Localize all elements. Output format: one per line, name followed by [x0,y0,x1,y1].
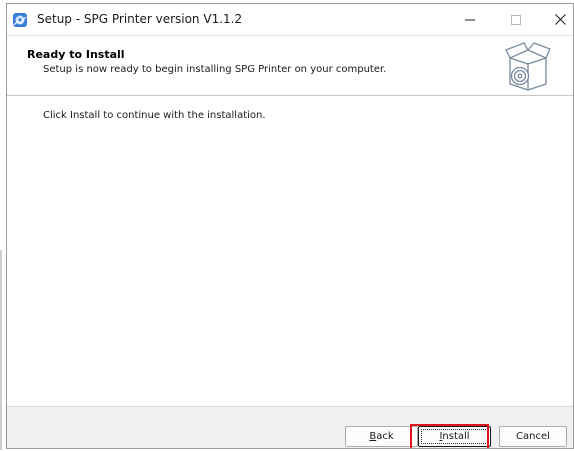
window-title: Setup - SPG Printer version V1.1.2 [37,12,243,26]
setup-window: Setup - SPG Printer version V1.1.2 Ready… [6,3,574,449]
page-title: Ready to Install [27,48,125,61]
install-label: nstall [442,431,470,442]
close-button[interactable] [537,4,573,35]
page-subtitle: Setup is now ready to begin installing S… [43,64,387,75]
instruction-text: Click Install to continue with the insta… [43,110,266,121]
install-box-icon [505,42,551,91]
background-window-edge [0,250,2,450]
title-bar[interactable]: Setup - SPG Printer version V1.1.2 [7,4,573,36]
close-icon [554,14,566,25]
wizard-footer: Back Install Cancel [7,406,573,448]
maximize-button[interactable] [493,4,539,35]
maximize-icon [511,14,521,25]
minimize-button[interactable] [447,4,493,35]
cancel-button[interactable]: Cancel [499,426,567,447]
back-label: ack [376,431,394,442]
cancel-label: Cancel [516,431,550,442]
wizard-header: Ready to Install Setup is now ready to b… [7,36,573,96]
install-button[interactable]: Install [418,426,491,447]
back-accelerator: B [369,431,377,442]
back-button[interactable]: Back [345,426,418,447]
wizard-content: Click Install to continue with the insta… [7,96,573,406]
minimize-icon [465,19,475,20]
setup-app-icon [13,13,27,27]
